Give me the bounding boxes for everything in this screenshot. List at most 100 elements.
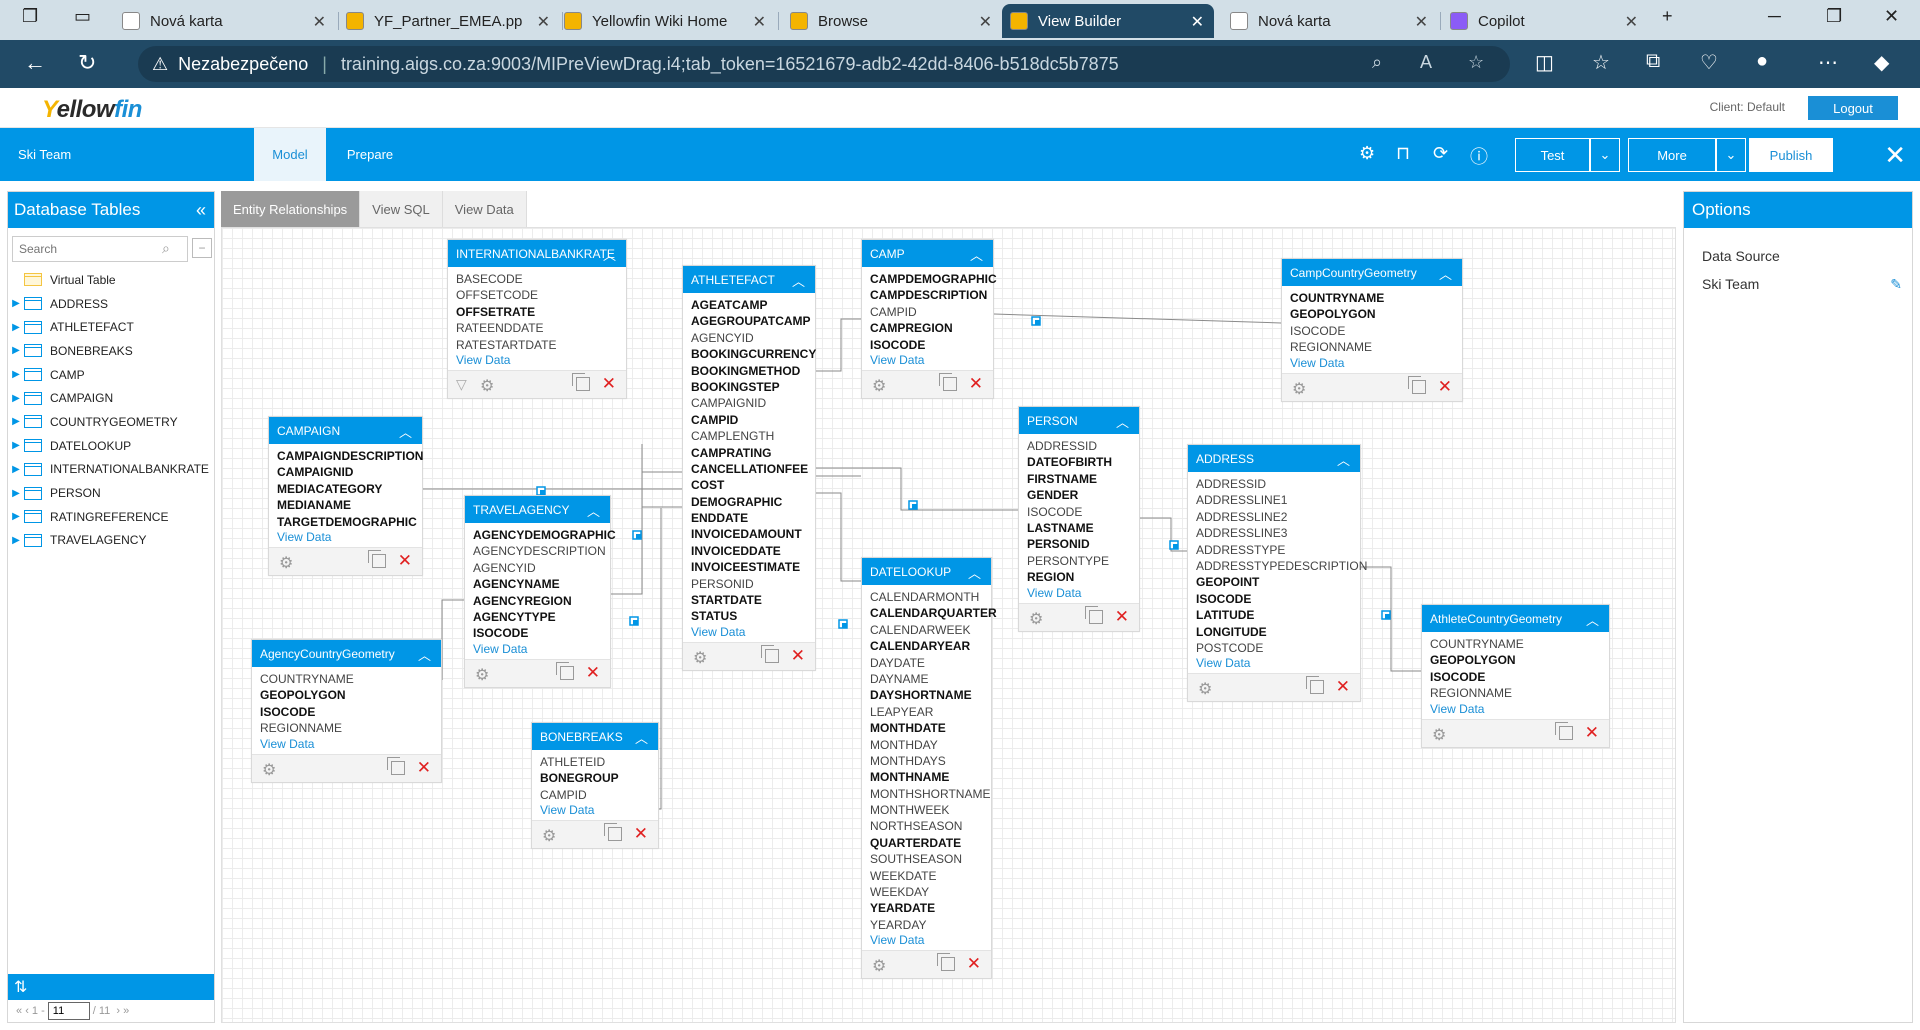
close-window-icon[interactable]: ✕ — [1884, 6, 1899, 27]
duplicate-icon[interactable] — [556, 661, 574, 680]
gear-icon[interactable]: ⚙ — [262, 760, 276, 780]
workspaces-icon[interactable]: ❐ — [22, 6, 38, 27]
entity-field[interactable]: ADDRESSID — [1027, 438, 1129, 454]
view-data-link[interactable]: View Data — [473, 642, 600, 657]
entity-field[interactable]: SOUTHSEASON — [870, 851, 981, 867]
delete-icon[interactable]: ✕ — [1438, 377, 1452, 397]
lock-icon[interactable]: ⊓ — [1396, 143, 1410, 164]
entity-field[interactable]: POSTCODE — [1196, 640, 1350, 656]
favorite-star-icon[interactable]: ☆ — [1468, 52, 1484, 73]
entity-header[interactable]: BONEBREAKS ︿ — [532, 723, 658, 750]
entity-field[interactable]: CAMPAIGNDESCRIPTION — [277, 448, 423, 464]
view-data-link[interactable]: View Data — [260, 737, 431, 752]
sidebar-item-table[interactable]: ▶ CAMP — [8, 363, 214, 387]
browser-tab[interactable]: View Builder ✕ — [1002, 4, 1214, 38]
gear-icon[interactable]: ⚙ — [279, 553, 293, 573]
view-data-link[interactable]: View Data — [456, 353, 616, 368]
entity-field[interactable]: YEARDATE — [870, 900, 981, 916]
collapse-all-icon[interactable]: − — [192, 238, 212, 258]
view-data-link[interactable]: View Data — [691, 625, 805, 640]
entity-person[interactable]: PERSON ︿ ADDRESSID DATEOFBIRTH FIRSTNAME GE… — [1018, 406, 1140, 632]
entity-field[interactable]: CALENDARYEAR — [870, 638, 981, 654]
entity-field[interactable]: CAMPRATING — [691, 445, 805, 461]
entity-field[interactable]: MONTHWEEK — [870, 802, 981, 818]
gear-icon[interactable]: ⚙ — [693, 648, 707, 668]
entity-field[interactable]: PERSONTYPE — [1027, 553, 1129, 569]
back-icon[interactable]: ← — [24, 50, 46, 76]
delete-icon[interactable]: ✕ — [602, 374, 616, 394]
entity-field[interactable]: YEARDAY — [870, 917, 981, 933]
entity-field[interactable]: BOOKINGMETHOD — [691, 363, 805, 379]
gear-icon[interactable]: ⚙ — [475, 665, 489, 685]
entity-field[interactable]: AGENCYDEMOGRAPHIC — [473, 527, 616, 543]
entity-field[interactable]: COST — [691, 477, 805, 493]
expand-arrow-icon[interactable]: ▶ — [8, 322, 24, 333]
entity-header[interactable]: CampCountryGeometry ︿ — [1282, 259, 1462, 286]
entity-field[interactable]: ISOCODE — [1027, 504, 1129, 520]
entity-field[interactable]: GEOPOLYGON — [260, 687, 431, 703]
zoom-icon[interactable]: ⌕ — [1372, 52, 1382, 73]
chevron-up-icon[interactable]: ︿ — [1337, 450, 1350, 469]
join-icon[interactable]: ⇅ — [14, 979, 27, 996]
entity-field[interactable]: ISOCODE — [1196, 591, 1350, 607]
robot-icon[interactable]: ⚙ — [1359, 143, 1375, 164]
more-options-icon[interactable]: ⋯ — [1818, 50, 1838, 75]
more-dropdown-button[interactable]: ⌄ — [1716, 138, 1746, 172]
tab-view-data[interactable]: View Data — [442, 191, 527, 227]
chevron-up-icon[interactable]: ︿ — [792, 271, 805, 290]
entity-field[interactable]: CAMPAIGNID — [277, 464, 412, 480]
entity-field[interactable]: ATHLETEID — [540, 754, 648, 770]
chevron-up-icon[interactable]: ︿ — [970, 245, 983, 264]
duplicate-icon[interactable] — [937, 953, 955, 972]
entity-field[interactable]: INVOICEDAMOUNT — [691, 526, 805, 542]
entity-datelookup[interactable]: DATELOOKUP ︿ CALENDARMONTH CALENDARQUARTE… — [861, 557, 997, 980]
view-data-link[interactable]: View Data — [1196, 656, 1350, 671]
view-data-link[interactable]: View Data — [1430, 702, 1599, 717]
duplicate-icon[interactable] — [368, 549, 386, 568]
delete-icon[interactable]: ✕ — [634, 824, 648, 844]
entity-field[interactable]: ISOCODE — [1430, 669, 1599, 685]
entity-field[interactable]: REGIONNAME — [260, 720, 431, 736]
entity-field[interactable]: MEDIANAME — [277, 497, 412, 513]
test-button[interactable]: Test — [1515, 138, 1590, 172]
chevron-up-icon[interactable]: ︿ — [1116, 412, 1129, 431]
delete-icon[interactable]: ✕ — [1336, 677, 1350, 697]
test-dropdown-button[interactable]: ⌄ — [1590, 138, 1620, 172]
entity-field[interactable]: STARTDATE — [691, 592, 805, 608]
sidebar-item-table[interactable]: ▶ RATINGREFERENCE — [8, 505, 214, 529]
entity-field[interactable]: AGENCYDESCRIPTION — [473, 543, 606, 559]
search-icon[interactable]: ⌕ — [162, 240, 170, 257]
gear-icon[interactable]: ⚙ — [1029, 609, 1043, 629]
entity-field[interactable]: LEAPYEAR — [870, 704, 981, 720]
entity-header[interactable]: DATELOOKUP ︿ — [862, 558, 991, 585]
duplicate-icon[interactable] — [939, 372, 957, 391]
filter-icon[interactable]: ▽ — [456, 376, 467, 393]
entity-field[interactable]: ADDRESSTYPEDESCRIPTION — [1196, 558, 1367, 574]
view-data-link[interactable]: View Data — [1290, 356, 1452, 371]
duplicate-icon[interactable] — [1555, 721, 1573, 740]
duplicate-icon[interactable] — [387, 756, 405, 775]
entity-header[interactable]: CAMP ︿ — [862, 240, 993, 267]
entity-field[interactable]: ADDRESSLINE1 — [1196, 492, 1350, 508]
gear-icon[interactable]: ⚙ — [872, 956, 886, 976]
sidebar-item-table[interactable]: ▶ CAMPAIGN — [8, 386, 214, 410]
entity-field[interactable]: COUNTRYNAME — [1290, 290, 1452, 306]
edit-pencil-icon[interactable]: ✎ — [1890, 270, 1902, 298]
info-icon[interactable]: ⓘ — [1470, 143, 1488, 169]
entity-field[interactable]: CALENDARWEEK — [870, 622, 981, 638]
view-data-link[interactable]: View Data — [540, 803, 648, 818]
entity-field[interactable]: INVOICEDDATE — [691, 543, 805, 559]
entity-field[interactable]: LONGITUDE — [1196, 624, 1350, 640]
entity-field[interactable]: DAYDATE — [870, 655, 981, 671]
entity-field[interactable]: DEMOGRAPHIC — [691, 494, 805, 510]
entity-field[interactable]: REGIONNAME — [1290, 339, 1452, 355]
entity-field[interactable]: GEOPOLYGON — [1290, 306, 1452, 322]
expand-arrow-icon[interactable]: ▶ — [8, 416, 24, 427]
collapse-icon[interactable]: « — [196, 200, 206, 221]
entity-field[interactable]: RATEENDDATE — [456, 320, 616, 336]
entity-field[interactable]: AGEGROUPATCAMP — [691, 313, 811, 329]
gear-icon[interactable]: ⚙ — [1432, 725, 1446, 745]
last-page-icon[interactable]: » — [123, 1005, 129, 1017]
close-tab-icon[interactable]: ✕ — [753, 12, 766, 32]
entity-field[interactable]: WEEKDAY — [870, 884, 981, 900]
